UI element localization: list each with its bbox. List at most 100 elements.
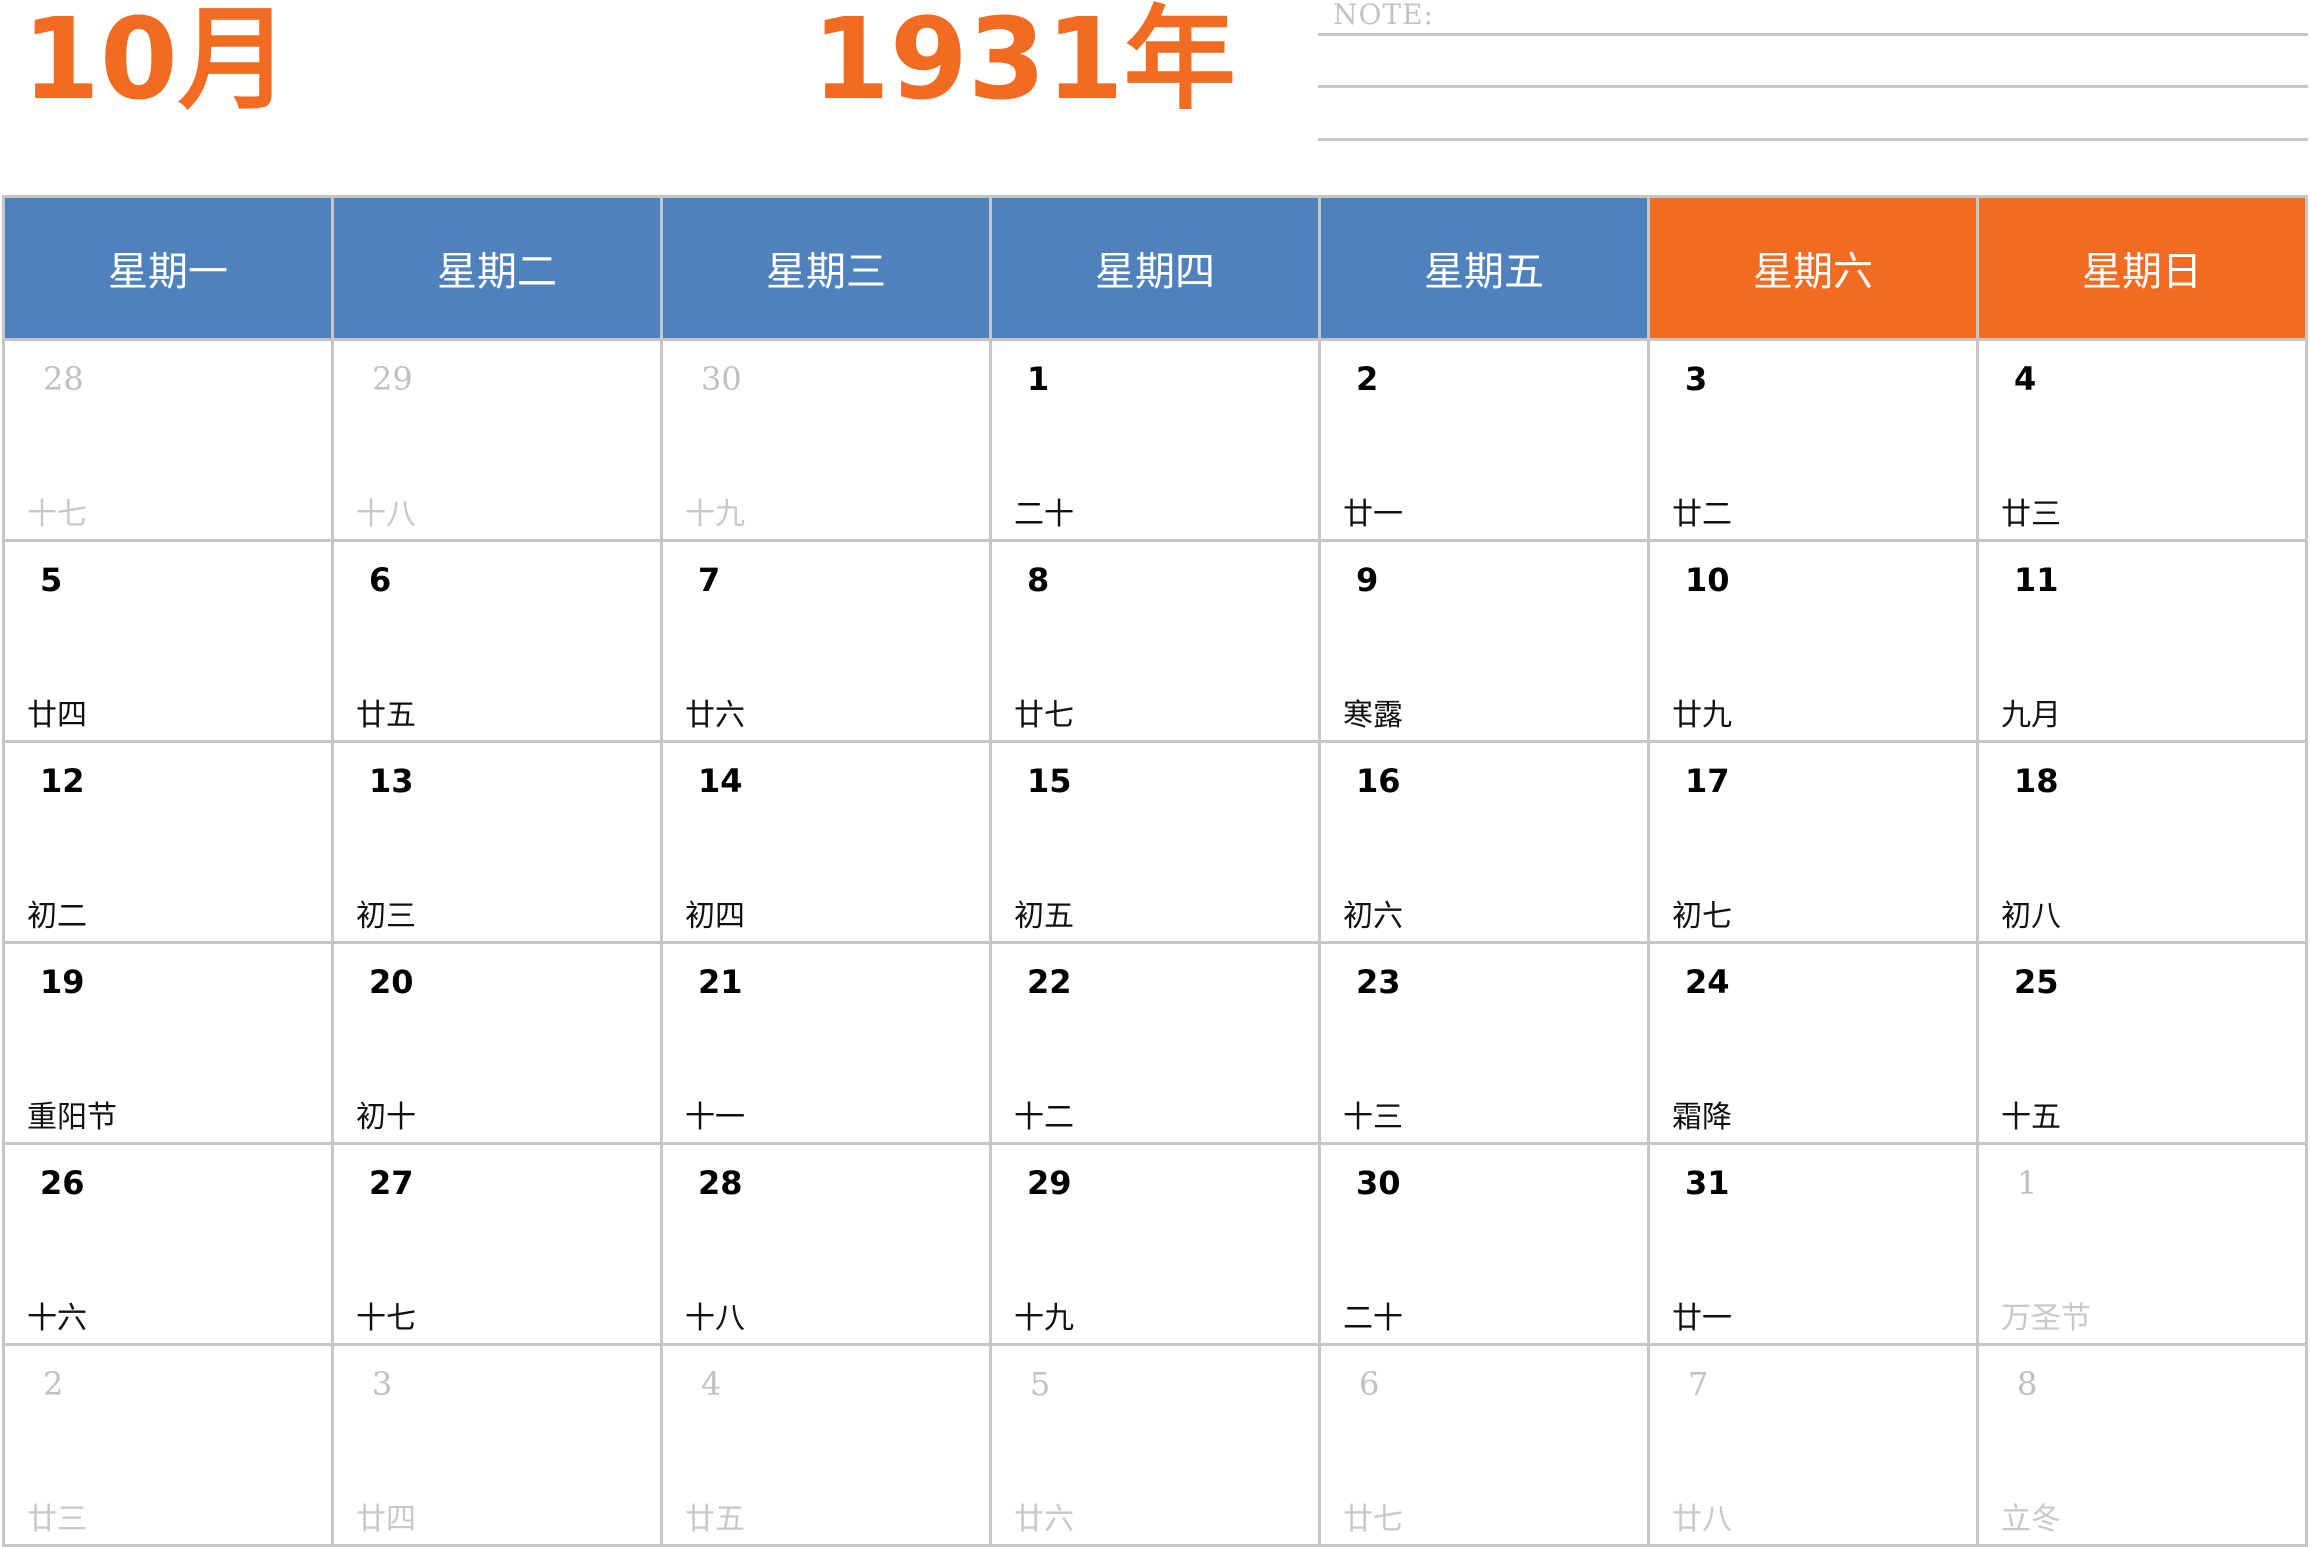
- lunar-date: 二十: [1014, 497, 1074, 532]
- day-number: 4: [701, 1365, 722, 1403]
- day-cell: 3 廿四: [334, 1346, 660, 1544]
- day-number: 24: [1685, 963, 1730, 1001]
- day-cell: 2 廿一: [1321, 341, 1647, 539]
- day-cell: 14 初四: [663, 743, 989, 941]
- lunar-date: 初五: [1014, 899, 1074, 934]
- day-number: 30: [701, 360, 742, 398]
- weekday-header-sat: 星期六: [1650, 198, 1976, 338]
- day-number: 15: [1027, 762, 1072, 800]
- day-cell: 30 二十: [1321, 1145, 1647, 1343]
- day-number: 5: [40, 561, 63, 599]
- day-cell: 2 廿三: [5, 1346, 331, 1544]
- day-number: 28: [43, 360, 84, 398]
- lunar-date: 廿四: [27, 698, 87, 733]
- lunar-date: 廿一: [1672, 1301, 1732, 1336]
- lunar-date: 十五: [2001, 1100, 2061, 1135]
- day-cell: 8 廿七: [992, 542, 1318, 740]
- day-number: 8: [2017, 1365, 2038, 1403]
- day-cell: 21 十一: [663, 944, 989, 1142]
- day-cell: 10 廿九: [1650, 542, 1976, 740]
- day-number: 23: [1356, 963, 1401, 1001]
- day-cell: 29 十九: [992, 1145, 1318, 1343]
- day-number: 7: [1688, 1365, 1709, 1403]
- day-number: 28: [698, 1164, 743, 1202]
- lunar-date: 初四: [685, 899, 745, 934]
- day-cell: 19 重阳节: [5, 944, 331, 1142]
- day-number: 16: [1356, 762, 1401, 800]
- day-number: 11: [2014, 561, 2059, 599]
- weekday-header-fri: 星期五: [1321, 198, 1647, 338]
- note-line: [1318, 85, 2308, 88]
- day-number: 20: [369, 963, 414, 1001]
- day-cell: 15 初五: [992, 743, 1318, 941]
- day-cell: 17 初七: [1650, 743, 1976, 941]
- lunar-date: 十三: [1343, 1100, 1403, 1135]
- day-number: 1: [1027, 360, 1050, 398]
- lunar-date: 霜降: [1672, 1100, 1732, 1135]
- weekday-header-tue: 星期二: [334, 198, 660, 338]
- day-number: 8: [1027, 561, 1050, 599]
- day-cell: 23 十三: [1321, 944, 1647, 1142]
- day-number: 14: [698, 762, 743, 800]
- day-cell: 5 廿四: [5, 542, 331, 740]
- day-number: 18: [2014, 762, 2059, 800]
- day-number: 7: [698, 561, 721, 599]
- day-cell: 28 十七: [5, 341, 331, 539]
- day-cell: 28 十八: [663, 1145, 989, 1343]
- day-number: 3: [1685, 360, 1708, 398]
- day-number: 19: [40, 963, 85, 1001]
- day-number: 29: [372, 360, 413, 398]
- lunar-date: 廿八: [1672, 1502, 1732, 1537]
- day-number: 22: [1027, 963, 1072, 1001]
- day-cell: 29 十八: [334, 341, 660, 539]
- lunar-date: 十九: [685, 497, 745, 532]
- lunar-date: 廿六: [1014, 1502, 1074, 1537]
- day-cell: 25 十五: [1979, 944, 2305, 1142]
- day-number: 30: [1356, 1164, 1401, 1202]
- note-line: [1318, 33, 2308, 36]
- day-number: 27: [369, 1164, 414, 1202]
- lunar-date: 廿九: [1672, 698, 1732, 733]
- lunar-date: 廿七: [1343, 1502, 1403, 1537]
- day-cell: 12 初二: [5, 743, 331, 941]
- lunar-date: 廿四: [356, 1502, 416, 1537]
- lunar-date: 寒露: [1343, 698, 1403, 733]
- day-number: 10: [1685, 561, 1730, 599]
- lunar-date: 十一: [685, 1100, 745, 1135]
- lunar-date: 十六: [27, 1301, 87, 1336]
- lunar-date: 初七: [1672, 899, 1732, 934]
- day-cell: 24 霜降: [1650, 944, 1976, 1142]
- lunar-date: 廿五: [685, 1502, 745, 1537]
- day-cell: 7 廿六: [663, 542, 989, 740]
- lunar-date: 重阳节: [27, 1100, 117, 1135]
- note-line: [1318, 138, 2308, 141]
- lunar-date: 廿五: [356, 698, 416, 733]
- day-number: 4: [2014, 360, 2037, 398]
- lunar-date: 万圣节: [2001, 1301, 2091, 1336]
- day-number: 31: [1685, 1164, 1730, 1202]
- day-number: 12: [40, 762, 85, 800]
- day-number: 3: [372, 1365, 393, 1403]
- weekday-header-mon: 星期一: [5, 198, 331, 338]
- day-cell: 1 万圣节: [1979, 1145, 2305, 1343]
- day-cell: 20 初十: [334, 944, 660, 1142]
- day-cell: 6 廿五: [334, 542, 660, 740]
- day-number: 25: [2014, 963, 2059, 1001]
- day-number: 9: [1356, 561, 1379, 599]
- lunar-date: 初二: [27, 899, 87, 934]
- day-cell: 7 廿八: [1650, 1346, 1976, 1544]
- lunar-date: 廿七: [1014, 698, 1074, 733]
- day-number: 17: [1685, 762, 1730, 800]
- lunar-date: 初三: [356, 899, 416, 934]
- day-cell: 30 十九: [663, 341, 989, 539]
- day-number: 6: [369, 561, 392, 599]
- lunar-date: 廿六: [685, 698, 745, 733]
- lunar-date: 十八: [685, 1301, 745, 1336]
- lunar-date: 十七: [27, 497, 87, 532]
- day-cell: 5 廿六: [992, 1346, 1318, 1544]
- lunar-date: 十九: [1014, 1301, 1074, 1336]
- day-number: 13: [369, 762, 414, 800]
- lunar-date: 廿三: [27, 1502, 87, 1537]
- day-cell: 31 廿一: [1650, 1145, 1976, 1343]
- month-title: 10月: [22, 0, 290, 125]
